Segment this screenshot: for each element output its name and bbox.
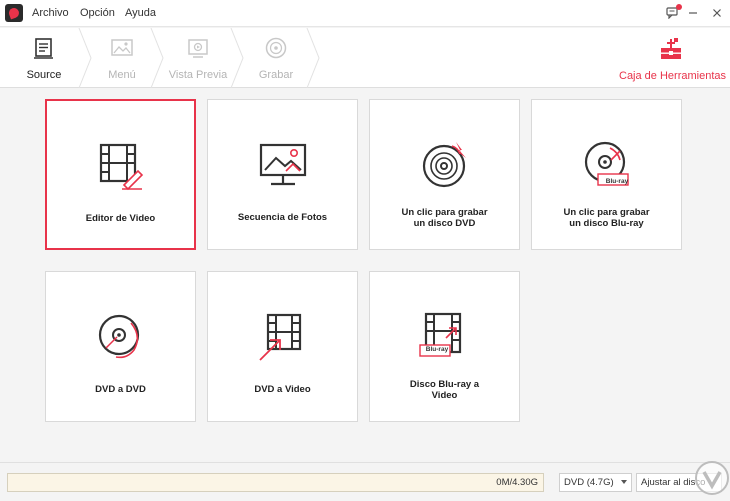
- bluray-badge: Blu-ray: [425, 346, 449, 353]
- step-menu-label: Menú: [108, 69, 136, 81]
- card-burn-bluray-label-line1: Un clic para grabar: [563, 207, 650, 218]
- toolbox-button[interactable]: Caja de Herramientas: [616, 28, 726, 88]
- card-burn-bluray[interactable]: Blu-ray Un clic para grabar un disco Blu…: [531, 99, 682, 250]
- card-dvd-to-video-label: DVD a Video: [254, 384, 311, 395]
- disc-type-value: DVD (4.7G): [564, 477, 614, 488]
- card-bluray-to-video-label-line2: Video: [431, 390, 458, 401]
- card-dvd-to-video[interactable]: DVD a Video: [207, 271, 358, 422]
- card-burn-dvd-label: Un clic para grabar un disco DVD: [376, 207, 513, 229]
- disc-type-select[interactable]: DVD (4.7G): [559, 473, 632, 492]
- toolbox-icon: [661, 38, 681, 59]
- dvd-to-video-icon: [258, 313, 301, 361]
- card-burn-dvd[interactable]: Un clic para grabar un disco DVD: [369, 99, 520, 250]
- step-burn-label: Grabar: [258, 69, 294, 81]
- card-dvd-to-dvd-label: DVD a DVD: [95, 384, 146, 395]
- bluray-badge: Blu-ray: [605, 178, 629, 185]
- burn-disc-icon: [265, 37, 287, 59]
- preview-icon: [188, 39, 208, 58]
- card-bluray-to-video-label-line1: Disco Blu-ray a: [409, 379, 480, 390]
- feedback-icon[interactable]: [664, 4, 682, 21]
- step-divider: [78, 28, 92, 88]
- notification-dot: [676, 4, 682, 10]
- source-icon: [34, 38, 53, 59]
- bottom-bar: 0M/4.30G DVD (4.7G) Ajustar al disco: [0, 462, 730, 501]
- disc-capacity-text: 0M/4.30G: [496, 477, 538, 488]
- card-burn-bluray-label-line2: un disco Blu-ray: [569, 218, 644, 229]
- dvd-copy-icon: [98, 314, 139, 359]
- step-burn[interactable]: Grabar: [246, 28, 306, 88]
- dvd-burn-icon: [422, 142, 466, 188]
- chevron-down-icon: [621, 480, 627, 484]
- app-logo-icon: [5, 4, 23, 22]
- minimize-button[interactable]: [685, 5, 701, 21]
- menu-image-icon: [111, 39, 133, 56]
- photo-monitor-icon: [259, 143, 306, 186]
- card-dvd-to-dvd[interactable]: DVD a DVD: [45, 271, 196, 422]
- menu-archivo[interactable]: Archivo: [32, 7, 69, 19]
- menu-opcion[interactable]: Opción: [80, 7, 115, 19]
- bluray-to-video-icon: [418, 312, 461, 357]
- card-photo-sequence[interactable]: Secuencia de Fotos: [207, 99, 358, 250]
- title-bar: Archivo Opción Ayuda: [0, 0, 730, 27]
- menu-ayuda[interactable]: Ayuda: [125, 7, 156, 19]
- card-photo-sequence-label: Secuencia de Fotos: [237, 212, 328, 223]
- step-divider: [150, 28, 164, 88]
- step-menu[interactable]: Menú: [92, 28, 152, 88]
- toolbox-label: Caja de Herramientas: [619, 70, 726, 82]
- disc-capacity-bar: 0M/4.30G: [7, 473, 544, 492]
- step-source[interactable]: Source: [0, 28, 88, 88]
- card-burn-dvd-label-line1: Un clic para grabar: [401, 207, 488, 218]
- step-preview-label: Vista Previa: [168, 69, 228, 81]
- step-divider: [230, 28, 244, 88]
- step-preview[interactable]: Vista Previa: [164, 28, 232, 88]
- card-burn-dvd-label-line2: un disco DVD: [413, 218, 476, 229]
- close-button[interactable]: [709, 5, 725, 21]
- card-video-editor-label: Editor de Video: [85, 213, 156, 224]
- card-bluray-to-video[interactable]: Blu-ray Disco Blu-ray a Video: [369, 271, 520, 422]
- card-video-editor[interactable]: Editor de Video: [45, 99, 196, 250]
- card-bluray-to-video-label: Disco Blu-ray a Video: [376, 379, 513, 401]
- watermark-logo-icon: [695, 461, 729, 495]
- step-toolbar: Source Menú Vista Previa Grabar Caja de …: [0, 28, 730, 88]
- film-edit-icon: [99, 143, 143, 191]
- card-burn-bluray-label: Un clic para grabar un disco Blu-ray: [538, 207, 675, 229]
- step-source-label: Source: [26, 69, 62, 81]
- step-divider: [306, 28, 320, 88]
